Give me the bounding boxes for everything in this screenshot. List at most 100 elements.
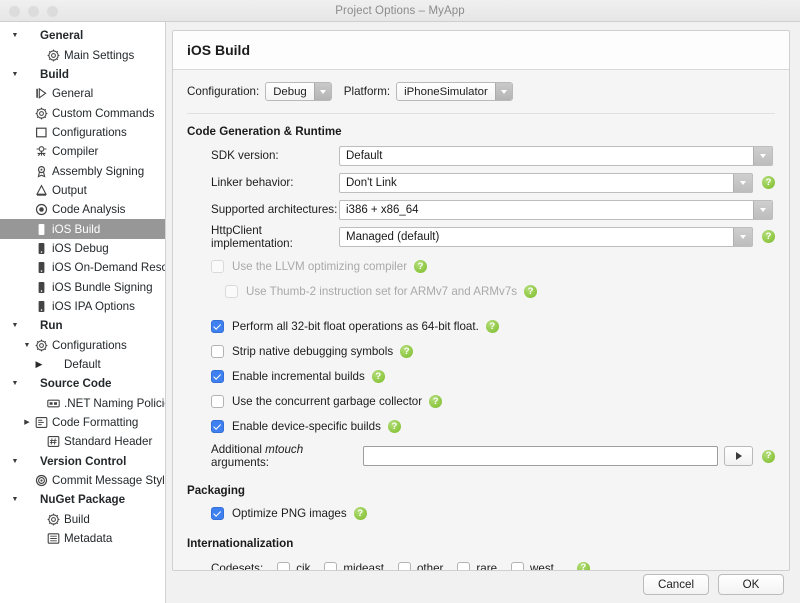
checkbox-row-enable-device-specific-builds[interactable]: Enable device-specific builds? [187, 414, 775, 439]
disclosure-right-solid-icon[interactable]: ▶ [33, 360, 45, 369]
window-body: ▼GeneralMain Settings▼BuildGeneralCustom… [0, 22, 800, 603]
help-icon[interactable]: ? [486, 320, 499, 333]
ok-button[interactable]: OK [718, 574, 784, 595]
help-icon[interactable]: ? [762, 450, 775, 463]
checkbox-row-optimize-png-images[interactable]: Optimize PNG images? [187, 501, 775, 526]
checkbox-perform-all-32-bit-float-operations-as-64-bit-float[interactable] [211, 320, 224, 333]
help-icon[interactable]: ? [414, 260, 427, 273]
checkbox-row-use-the-concurrent-garbage-collector[interactable]: Use the concurrent garbage collector? [187, 389, 775, 414]
checkbox-enable-incremental-builds[interactable] [211, 370, 224, 383]
sidebar-item-label: Configurations [52, 126, 127, 139]
cancel-button[interactable]: Cancel [643, 574, 709, 595]
sidebar-item-label: Main Settings [64, 49, 134, 62]
disclosure-right-icon[interactable]: ▶ [21, 419, 33, 426]
window-title: Project Options – MyApp [335, 5, 465, 17]
sidebar-item-label: General [52, 87, 93, 100]
mtouch-arguments-input[interactable] [363, 446, 719, 466]
help-icon[interactable]: ? [354, 507, 367, 520]
help-icon[interactable]: ? [524, 285, 537, 298]
minimize-button[interactable] [28, 6, 39, 17]
sidebar-item-general[interactable]: General [0, 84, 165, 103]
device-icon [33, 280, 50, 294]
sidebar-item-ios-ipa-options[interactable]: iOS IPA Options [0, 297, 165, 316]
sidebar-item-custom-commands[interactable]: Custom Commands [0, 103, 165, 122]
sidebar-item-configurations[interactable]: Configurations [0, 123, 165, 142]
sidebar-item-code-formatting[interactable]: ▶Code Formatting [0, 413, 165, 432]
icon-spacer [21, 454, 38, 468]
sidebar-item-code-analysis[interactable]: Code Analysis [0, 200, 165, 219]
close-button[interactable] [9, 6, 20, 17]
sidebar-item-ios-on-demand-resources[interactable]: iOS On-Demand Resources [0, 258, 165, 277]
checkbox-row-strip-native-debugging-symbols[interactable]: Strip native debugging symbols? [187, 339, 775, 364]
checkbox-use-the-concurrent-garbage-collector[interactable] [211, 395, 224, 408]
disclosure-down-icon[interactable]: ▼ [9, 322, 21, 329]
checkbox-label: Use the concurrent garbage collector [232, 395, 422, 408]
platform-value: iPhoneSimulator [397, 83, 495, 100]
sidebar-item-version-control[interactable]: ▼Version Control [0, 452, 165, 471]
field-label: Linker behavior: [187, 176, 339, 189]
square-icon [33, 125, 50, 139]
dropdown-sdk-version[interactable]: Default [339, 146, 773, 166]
sidebar-item-assembly-signing[interactable]: Assembly Signing [0, 161, 165, 180]
field-label: HttpClient implementation: [187, 224, 339, 250]
help-icon[interactable]: ? [400, 345, 413, 358]
project-options-window: Project Options – MyApp ▼ General Main Set… [0, 0, 800, 603]
sidebar-item-default[interactable]: ▶Default [0, 355, 165, 374]
sidebar-item-build[interactable]: ▼Build [0, 65, 165, 84]
help-icon[interactable]: ? [372, 370, 385, 383]
checkbox-strip-native-debugging-symbols[interactable] [211, 345, 224, 358]
options-sidebar[interactable]: ▼GeneralMain Settings▼BuildGeneralCustom… [0, 22, 166, 603]
output-icon [33, 183, 50, 197]
checkbox-row-perform-all-32-bit-float-operations-as-64-bit-float[interactable]: Perform all 32-bit float operations as 6… [187, 314, 775, 339]
sidebar-item-commit-message-style[interactable]: Commit Message Style [0, 471, 165, 490]
radio-icon [33, 203, 50, 217]
sidebar-item-label: iOS Build [52, 223, 100, 236]
checkbox-optimize-png-images[interactable] [211, 507, 224, 520]
sidebar-item-run[interactable]: ▼Run [0, 316, 165, 335]
dropdown-linker-behavior[interactable]: Don't Link [339, 173, 753, 193]
sidebar-item-compiler[interactable]: Compiler [0, 142, 165, 161]
sidebar-item-ios-build[interactable]: iOS Build [0, 219, 165, 238]
checkbox-row-use-thumb-2-instruction-set-for-armv7-and-armv7s[interactable]: Use Thumb-2 instruction set for ARMv7 an… [187, 279, 775, 304]
disclosure-down-icon[interactable]: ▼ [9, 458, 21, 465]
sidebar-item-source-code[interactable]: ▼Source Code [0, 374, 165, 393]
checkbox-row-use-the-llvm-optimizing-compiler[interactable]: Use the LLVM optimizing compiler? [187, 254, 775, 279]
configuration-dropdown[interactable]: Debug [265, 82, 332, 101]
sidebar-item-metadata[interactable]: Metadata [0, 529, 165, 548]
help-icon[interactable]: ? [429, 395, 442, 408]
disclosure-down-icon[interactable]: ▼ [9, 32, 21, 39]
sidebar-item-nuget-package[interactable]: ▼NuGet Package [0, 490, 165, 509]
sidebar-item-standard-header[interactable]: Standard Header [0, 432, 165, 451]
sidebar-item-label: General [40, 29, 83, 42]
sidebar-item-main-settings[interactable]: Main Settings [0, 45, 165, 64]
disclosure-down-icon[interactable]: ▼ [9, 380, 21, 387]
checkbox-enable-device-specific-builds[interactable] [211, 420, 224, 433]
disclosure-down-icon[interactable]: ▼ [9, 71, 21, 78]
flag-icon[interactable] [724, 446, 753, 466]
icon-spacer [21, 319, 38, 333]
disclosure-down-icon[interactable]: ▼ [21, 342, 33, 349]
code-formatting-icon [33, 416, 50, 430]
help-icon[interactable]: ? [762, 230, 775, 243]
dropdown-value: Managed (default) [340, 228, 733, 246]
zoom-button[interactable] [47, 6, 58, 17]
sidebar-item-output[interactable]: Output [0, 181, 165, 200]
gear-icon [45, 48, 62, 62]
icon-spacer [21, 377, 38, 391]
sidebar-item-label: Code Analysis [52, 203, 125, 216]
platform-dropdown[interactable]: iPhoneSimulator [396, 82, 513, 101]
sidebar-item-ios-debug[interactable]: iOS Debug [0, 239, 165, 258]
sidebar-item-net-naming-policies[interactable]: .NET Naming Policies [0, 394, 165, 413]
sidebar-item-general[interactable]: ▼ General [0, 26, 165, 45]
checkbox-row-enable-incremental-builds[interactable]: Enable incremental builds? [187, 364, 775, 389]
sidebar-item-build[interactable]: Build [0, 510, 165, 529]
disclosure-down-icon[interactable]: ▼ [9, 496, 21, 503]
sidebar-item-configurations[interactable]: ▼Configurations [0, 336, 165, 355]
dropdown-httpclient-implementation[interactable]: Managed (default) [339, 227, 753, 247]
dropdown-supported-architectures[interactable]: i386 + x86_64 [339, 200, 773, 220]
sidebar-item-label: iOS Bundle Signing [52, 281, 153, 294]
help-icon[interactable]: ? [388, 420, 401, 433]
help-icon[interactable]: ? [762, 176, 775, 189]
build-general-icon [33, 87, 50, 101]
sidebar-item-ios-bundle-signing[interactable]: iOS Bundle Signing [0, 277, 165, 296]
